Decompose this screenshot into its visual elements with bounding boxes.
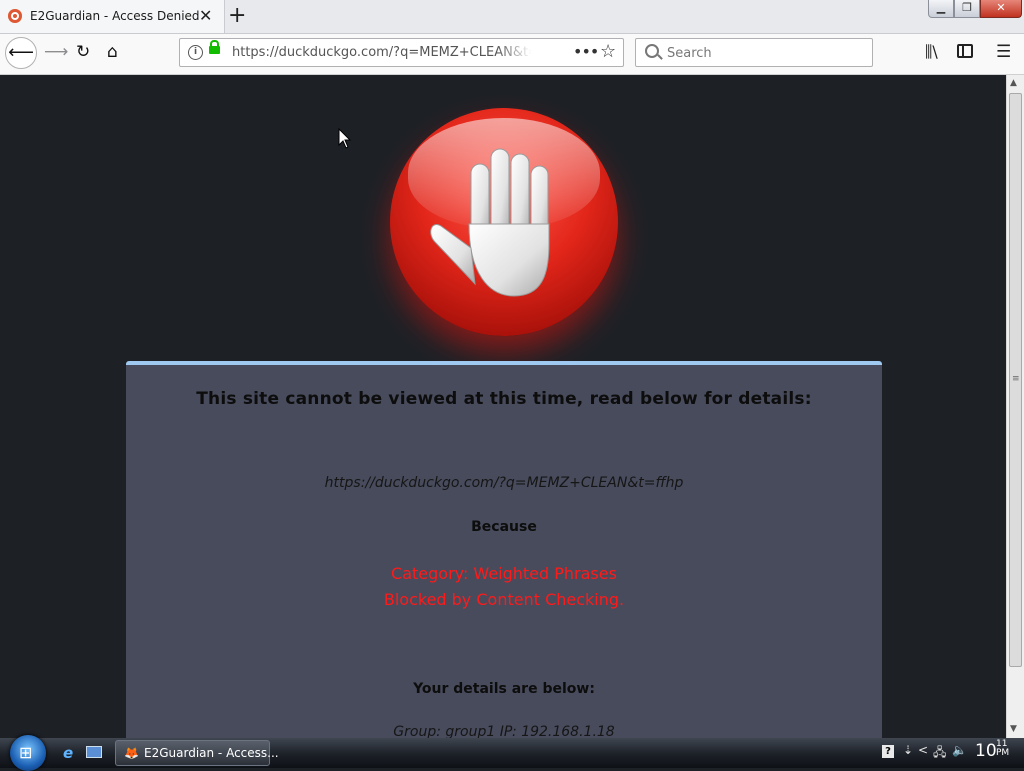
windows-taskbar: ⊞ e 🦊 E2Guardian - Access... ? ⇣ < 🖧 🔈 1… [0, 735, 1024, 771]
tab-title: E2Guardian - Access Denied [30, 9, 200, 23]
address-bar[interactable]: i https://duckduckgo.com/?q=MEMZ+CLEAN&t… [179, 38, 624, 67]
tab-close-icon[interactable]: ✕ [199, 6, 212, 25]
search-placeholder: Search [667, 46, 712, 61]
denied-headline: This site cannot be viewed at this time,… [196, 389, 812, 409]
internet-explorer-icon[interactable]: e [63, 744, 73, 762]
reload-button[interactable]: ↻ [76, 42, 90, 62]
window-close-button[interactable]: ✕ [980, 0, 1022, 18]
tab-strip: E2Guardian - Access Denied ✕ + ▁ ❐ ✕ [0, 0, 1024, 34]
sidebar-toggle-icon[interactable] [957, 44, 973, 58]
home-button[interactable]: ⌂ [107, 42, 118, 62]
show-desktop-icon[interactable] [86, 746, 102, 758]
minimize-icon: ▁ [936, 1, 946, 14]
search-icon [645, 44, 659, 58]
scroll-down-arrow-icon[interactable]: ▼ [1010, 724, 1017, 734]
duckduckgo-favicon-icon [8, 9, 22, 23]
search-bar[interactable]: Search [635, 38, 873, 67]
user-details: Group: group1 IP: 192.168.1.18 [393, 724, 615, 738]
because-label: Because [471, 519, 537, 535]
clock-hour[interactable]: 10 [975, 741, 997, 761]
navigation-toolbar: ⟵ ⟶ ↻ ⌂ i https://duckduckgo.com/?q=MEMZ… [0, 34, 1024, 75]
show-hidden-icons-chevron-icon[interactable]: < [918, 743, 928, 757]
back-button[interactable]: ⟵ [5, 37, 37, 69]
scroll-grip-icon: ≡ [1012, 374, 1020, 384]
clock-minute-ampm[interactable]: 11 PM [996, 740, 1009, 758]
blocked-url: https://duckduckgo.com/?q=MEMZ+CLEAN&t=f… [324, 475, 684, 491]
help-tray-icon[interactable]: ? [882, 745, 894, 758]
clock-ampm: PM [996, 748, 1010, 758]
tab-active[interactable]: E2Guardian - Access Denied ✕ [0, 0, 225, 33]
close-icon: ✕ [996, 1, 1006, 14]
secure-lock-icon [209, 40, 220, 54]
scroll-thumb[interactable]: ≡ [1009, 93, 1022, 667]
page-content: This site cannot be viewed at this time,… [0, 75, 1006, 738]
hand-icon [430, 148, 550, 297]
forward-button[interactable]: ⟶ [44, 42, 68, 62]
update-tray-icon[interactable]: ⇣ [903, 743, 913, 757]
start-button[interactable]: ⊞ [10, 735, 46, 771]
window-minimize-button[interactable]: ▁ [928, 0, 954, 18]
scroll-up-arrow-icon[interactable]: ▲ [1010, 78, 1017, 88]
block-reason: Blocked by Content Checking. [383, 590, 625, 609]
library-icon[interactable]: ⫼\ [925, 42, 938, 62]
firefox-icon: 🦊 [124, 746, 139, 760]
mouse-cursor-icon [338, 128, 352, 149]
hamburger-menu-icon[interactable]: ☰ [996, 42, 1011, 62]
taskbar-window-button[interactable]: 🦊 E2Guardian - Access... [115, 740, 279, 766]
new-tab-button[interactable]: + [228, 3, 246, 28]
url-text[interactable]: https://duckduckgo.com/?q=MEMZ+CLEAN&t=f [232, 45, 532, 60]
page-actions-icon[interactable]: ••• [573, 42, 599, 61]
access-denied-panel: This site cannot be viewed at this time,… [126, 361, 882, 738]
vertical-scrollbar[interactable]: ▲ ≡ ▼ [1006, 75, 1024, 738]
window-restore-button[interactable]: ❐ [954, 0, 980, 18]
stop-hand-sign-icon [390, 108, 618, 336]
bookmark-star-icon[interactable]: ☆ [600, 41, 616, 62]
block-category: Category: Weighted Phrases [391, 564, 617, 583]
taskbar-window-label: E2Guardian - Access... [144, 746, 279, 760]
network-tray-icon[interactable]: 🖧 [933, 743, 946, 764]
restore-icon: ❐ [962, 1, 972, 14]
site-info-icon[interactable]: i [188, 45, 203, 60]
details-heading: Your details are below: [413, 681, 595, 697]
volume-tray-icon[interactable]: 🔈 [952, 743, 967, 757]
windows-logo-icon: ⊞ [19, 743, 33, 762]
